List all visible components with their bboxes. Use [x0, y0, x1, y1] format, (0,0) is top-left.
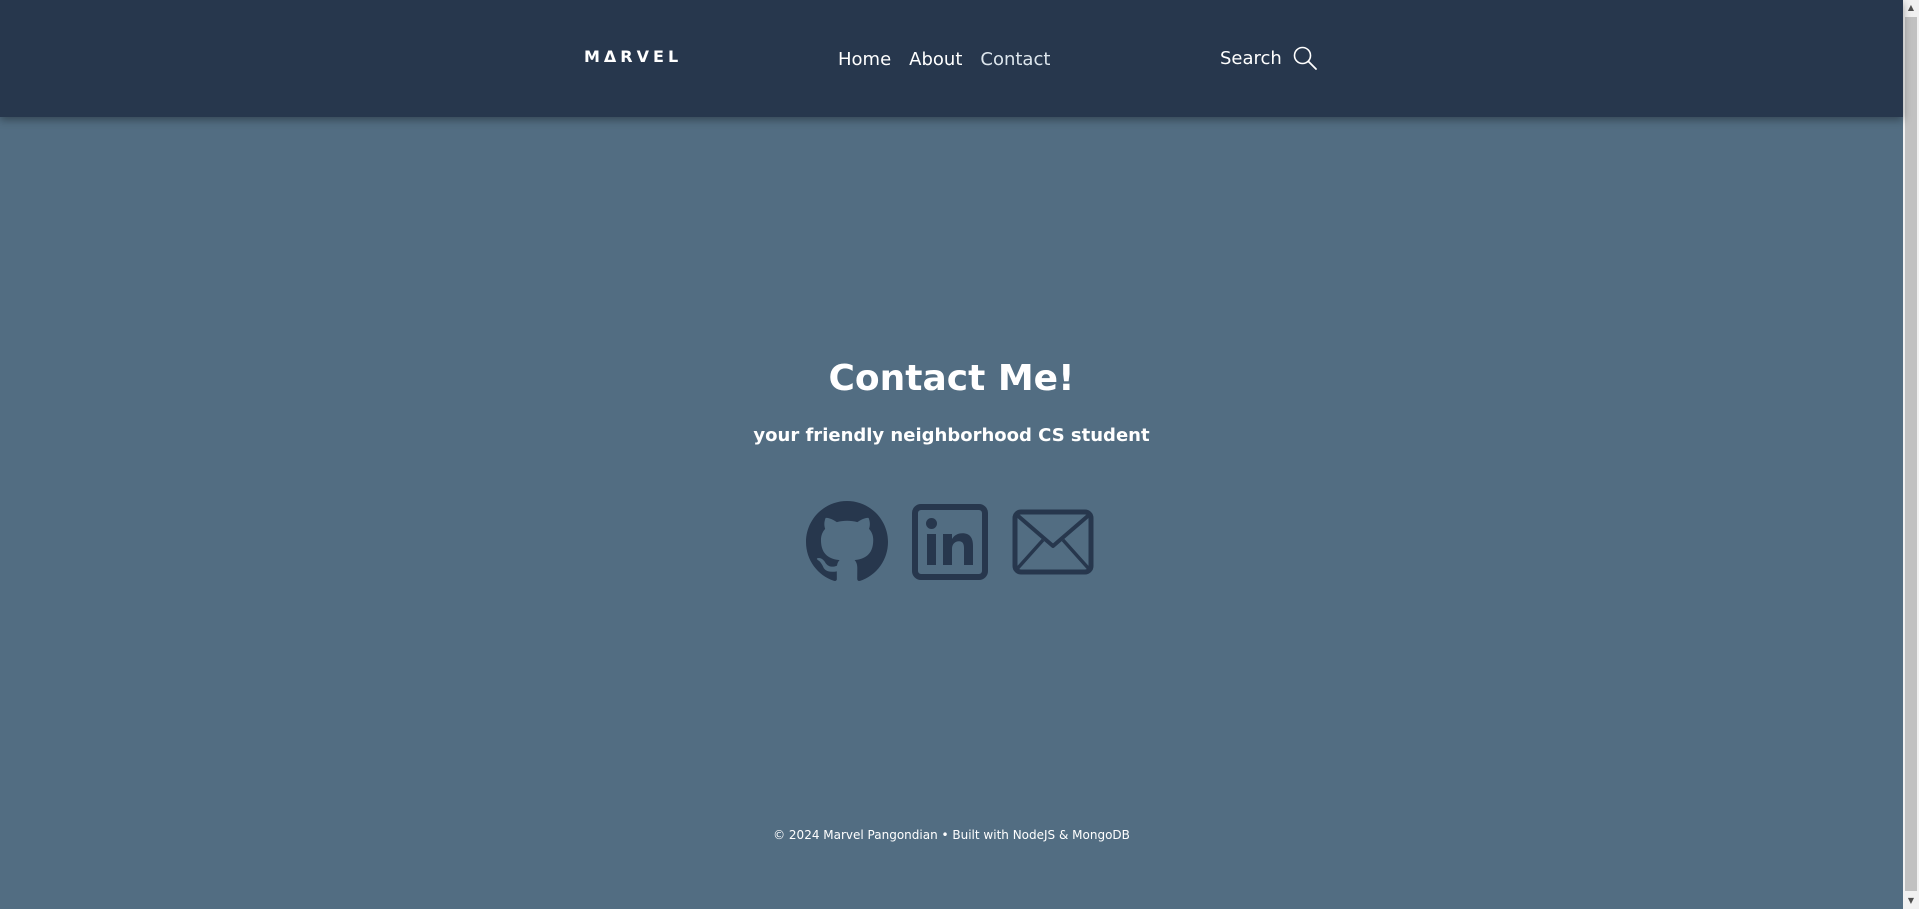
- nav-link-home[interactable]: Home: [838, 49, 891, 70]
- footer: © 2024 Marvel Pangondian • Built with No…: [773, 828, 1130, 842]
- nav-link-about[interactable]: About: [909, 49, 962, 70]
- nav-links: Home About Contact: [838, 44, 1050, 74]
- envelope-icon: [1012, 509, 1094, 575]
- search-label: Search: [1220, 47, 1282, 69]
- scroll-thumb[interactable]: [1905, 17, 1917, 891]
- github-link[interactable]: [806, 501, 888, 583]
- navbar: MΔRVEL Home About Contact Search: [0, 0, 1903, 117]
- social-links: [806, 501, 1094, 583]
- contact-section: Contact Me! your friendly neighborhood C…: [0, 350, 1903, 450]
- brand-logo[interactable]: MΔRVEL: [584, 44, 682, 70]
- linkedin-icon: [912, 504, 988, 580]
- nav-link-contact[interactable]: Contact: [980, 49, 1050, 70]
- search-icon: [1293, 46, 1317, 70]
- scroll-down-arrow-icon[interactable]: ▼: [1903, 893, 1919, 909]
- github-icon: [806, 501, 888, 581]
- email-link[interactable]: [1012, 507, 1094, 577]
- page-subtitle: your friendly neighborhood CS student: [753, 425, 1150, 446]
- page-title: Contact Me!: [828, 358, 1075, 399]
- page: MΔRVEL Home About Contact Search Contact…: [0, 0, 1903, 909]
- scroll-up-arrow-icon[interactable]: ▲: [1903, 0, 1919, 16]
- vertical-scrollbar[interactable]: ▲ ▼: [1903, 0, 1919, 909]
- search-button[interactable]: Search: [1220, 43, 1318, 73]
- linkedin-link[interactable]: [912, 504, 988, 580]
